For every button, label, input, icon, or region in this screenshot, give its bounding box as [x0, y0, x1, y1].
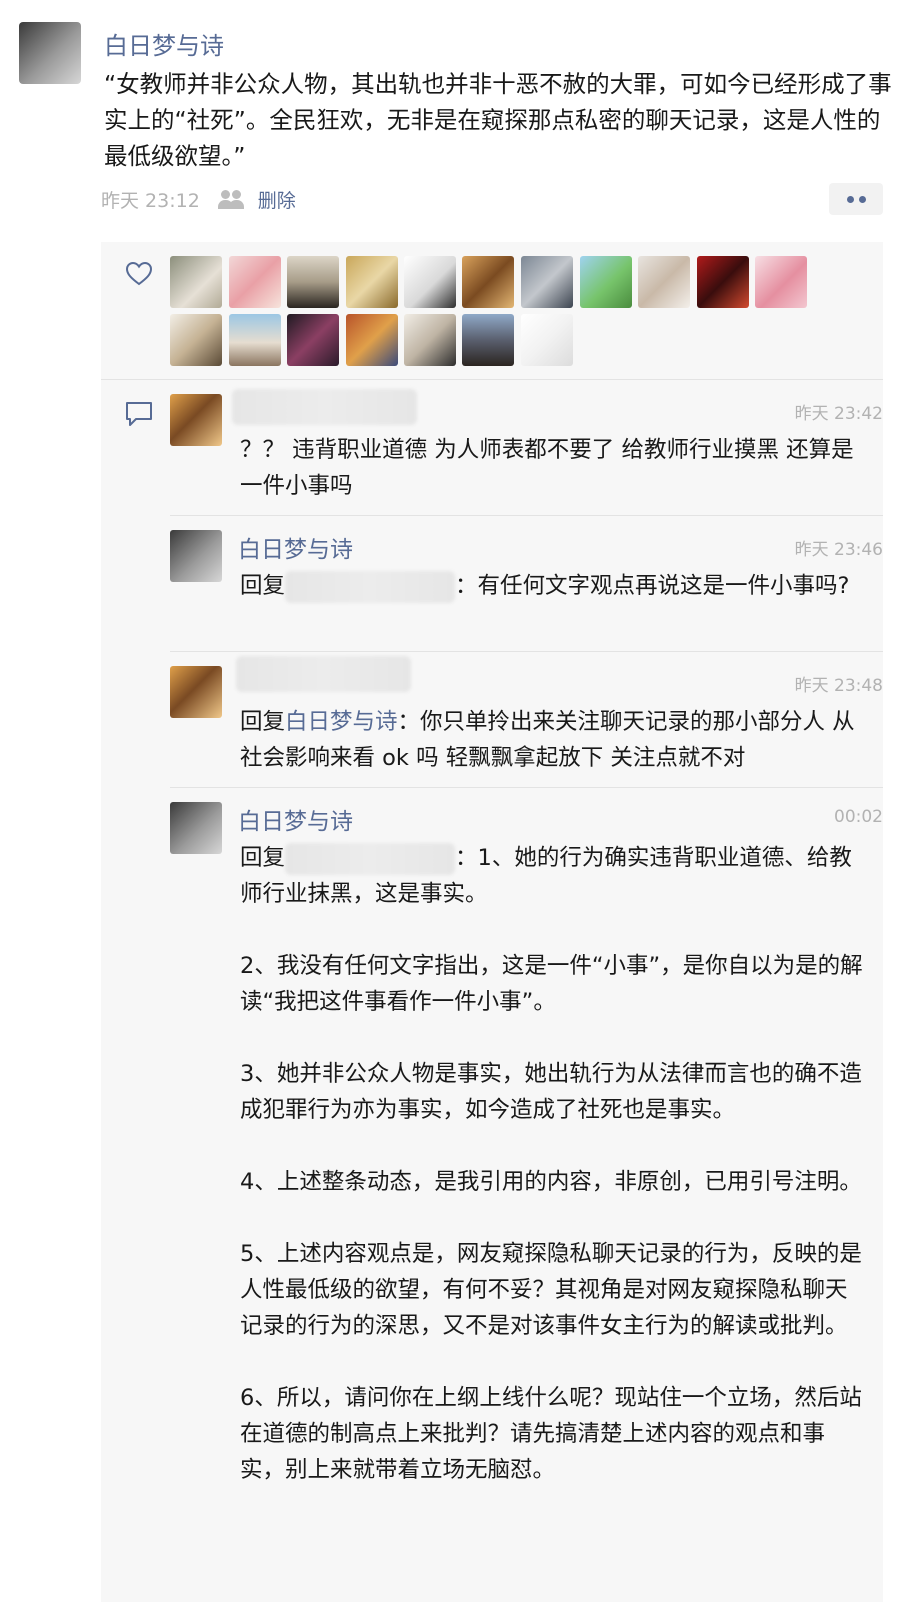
commenter-avatar[interactable] [170, 530, 222, 582]
reply-body: ：有任何文字观点再说这是一件小事吗? [455, 573, 850, 599]
reply-target-redacted[interactable] [285, 570, 456, 603]
like-avatar[interactable] [462, 256, 514, 308]
post-time: 昨天 23:12 [101, 190, 200, 212]
like-avatar[interactable] [404, 314, 456, 366]
comment-text[interactable]: 回复 ：1、她的行为确实违背职业道德、给教师行业抹黑，这是事实。 2、我没有任何文… [240, 840, 865, 1488]
commenter-name-redacted[interactable] [236, 656, 411, 692]
commenter-name[interactable]: 白日梦与诗 [238, 530, 353, 564]
reply-prefix: 回复 [240, 573, 286, 599]
reply-target-redacted[interactable] [285, 842, 456, 875]
like-avatar[interactable] [521, 314, 573, 366]
like-avatar[interactable] [580, 256, 632, 308]
more-actions-button[interactable] [829, 183, 883, 215]
comment-text[interactable]: 回复 ：有任何文字观点再说这是一件小事吗? [240, 568, 865, 604]
comment-divider [170, 515, 883, 516]
author-avatar[interactable] [19, 22, 81, 84]
reply-prefix: 回复 [240, 709, 286, 735]
like-avatar[interactable] [287, 256, 339, 308]
like-avatar[interactable] [521, 256, 573, 308]
commenter-avatar[interactable] [170, 666, 222, 718]
comment-time: 昨天 23:42 [794, 404, 883, 424]
like-avatar[interactable] [170, 256, 222, 308]
comment-divider [170, 787, 883, 788]
like-avatar[interactable] [404, 256, 456, 308]
delete-link[interactable]: 删除 [258, 186, 296, 213]
comment-time: 00:02 [834, 807, 883, 827]
like-avatar[interactable] [170, 314, 222, 366]
post-author-name[interactable]: 白日梦与诗 [104, 26, 224, 61]
like-avatar[interactable] [229, 256, 281, 308]
like-avatar[interactable] [346, 256, 398, 308]
friends-visibility-icon [217, 189, 246, 210]
like-avatar[interactable] [638, 256, 690, 308]
comment-time: 昨天 23:46 [794, 540, 883, 560]
like-avatar[interactable] [755, 256, 807, 308]
commenter-name[interactable]: 白日梦与诗 [238, 802, 353, 836]
reply-prefix: 回复 [240, 845, 286, 871]
likes-comments-divider [101, 379, 883, 380]
commenter-avatar[interactable] [170, 394, 222, 446]
comment-time: 昨天 23:48 [794, 676, 883, 696]
heart-icon [125, 261, 153, 286]
comment-icon [126, 402, 152, 426]
comment-divider [170, 651, 883, 652]
commenter-name-redacted[interactable] [232, 389, 417, 425]
post-meta: 昨天 23:12 删除 [101, 186, 296, 213]
commenter-avatar[interactable] [170, 802, 222, 854]
post-text: “女教师并非公众人物，其出轨也并非十恶不赦的大罪，可如今已经形成了事实上的“社死… [104, 70, 892, 170]
reply-body: ：1、她的行为确实违背职业道德、给教师行业抹黑，这是事实。 2、我没有任何文字指… [240, 845, 863, 1483]
comment-text[interactable]: ？？ 违背职业道德 为人师表都不要了 给教师行业摸黑 还算是一件小事吗 [240, 432, 865, 504]
like-avatar[interactable] [229, 314, 281, 366]
like-avatar[interactable] [287, 314, 339, 366]
like-avatar[interactable] [462, 314, 514, 366]
like-avatar[interactable] [346, 314, 398, 366]
reply-target-name[interactable]: 白日梦与诗 [285, 709, 398, 735]
like-avatar[interactable] [697, 256, 749, 308]
comment-text[interactable]: 回复白日梦与诗：你只单拎出来关注聊天记录的那小部分人 从社会影响来看 ok 吗 … [240, 704, 865, 776]
